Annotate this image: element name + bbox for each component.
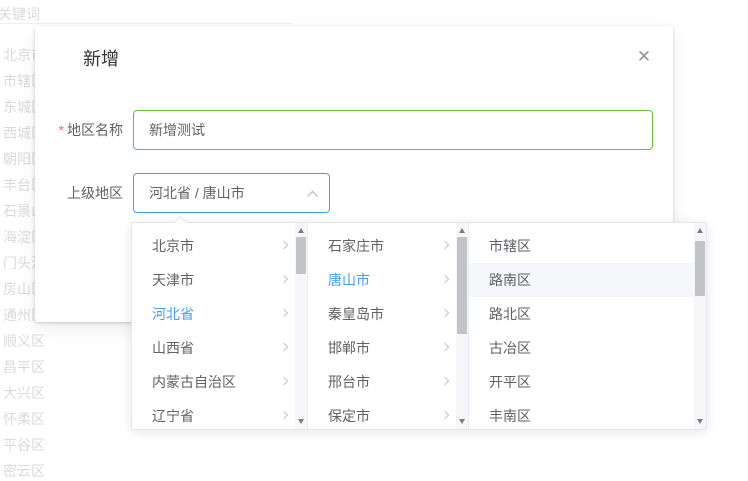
bg-region-row: 大兴区 bbox=[3, 383, 45, 403]
cascader-option[interactable]: 市辖区 bbox=[469, 229, 694, 263]
cascader-option-selected[interactable]: 唐山市 bbox=[308, 263, 468, 297]
bg-region-row: 顺义区 bbox=[3, 331, 45, 351]
dialog-title: 新增 bbox=[83, 46, 119, 72]
cascader-option[interactable]: 石家庄市 bbox=[308, 229, 468, 263]
scrollbar[interactable] bbox=[456, 223, 468, 429]
cascader-dropdown-panel: 北京市 天津市 河北省 山西省 内蒙古自治区 辽宁省 石家庄市 唐山市 秦皇岛市… bbox=[131, 222, 707, 430]
scrollbar[interactable] bbox=[694, 223, 706, 429]
cascader-option[interactable]: 北京市 bbox=[132, 229, 307, 263]
close-icon[interactable]: ✕ bbox=[633, 46, 655, 68]
required-asterisk: * bbox=[59, 122, 64, 138]
chevron-right-icon bbox=[280, 377, 288, 385]
cascader-option[interactable]: 路北区 bbox=[469, 297, 694, 331]
cascader-option[interactable]: 古冶区 bbox=[469, 331, 694, 365]
cascader-column-cities: 石家庄市 唐山市 秦皇岛市 邯郸市 邢台市 保定市 bbox=[308, 223, 469, 429]
chevron-right-icon bbox=[441, 309, 449, 317]
chevron-right-icon bbox=[441, 411, 449, 419]
scrollbar-thumb[interactable] bbox=[296, 237, 306, 274]
chevron-right-icon bbox=[441, 343, 449, 351]
chevron-right-icon bbox=[441, 241, 449, 249]
scroll-up-icon[interactable] bbox=[694, 225, 706, 237]
cascader-value: 河北省 / 唐山市 bbox=[149, 185, 245, 201]
cascader-option[interactable]: 秦皇岛市 bbox=[308, 297, 468, 331]
bg-region-row: 平谷区 bbox=[3, 435, 45, 455]
region-name-label: *地区名称 bbox=[35, 110, 123, 150]
cascader-option[interactable]: 邢台市 bbox=[308, 365, 468, 399]
parent-region-label: 上级地区 bbox=[35, 173, 123, 213]
search-placeholder: 关键词 bbox=[0, 4, 40, 24]
cascader-option[interactable]: 天津市 bbox=[132, 263, 307, 297]
scroll-up-icon[interactable] bbox=[295, 225, 307, 237]
cascader-option[interactable]: 保定市 bbox=[308, 399, 468, 429]
cascader-option[interactable]: 内蒙古自治区 bbox=[132, 365, 307, 399]
scroll-down-icon[interactable] bbox=[295, 415, 307, 427]
scrollbar[interactable] bbox=[295, 223, 307, 429]
bg-region-row: 怀柔区 bbox=[3, 409, 45, 429]
chevron-right-icon bbox=[441, 275, 449, 283]
chevron-right-icon bbox=[280, 411, 288, 419]
bg-region-row: 昌平区 bbox=[3, 357, 45, 377]
scroll-down-icon[interactable] bbox=[694, 415, 706, 427]
cascader-option[interactable]: 丰南区 bbox=[469, 399, 694, 429]
scroll-down-icon[interactable] bbox=[456, 415, 468, 427]
parent-region-cascader-input[interactable]: 河北省 / 唐山市 bbox=[133, 173, 330, 213]
scrollbar-thumb[interactable] bbox=[695, 241, 705, 296]
cascader-column-districts: 市辖区 路南区 路北区 古冶区 开平区 丰南区 bbox=[469, 223, 706, 429]
background-search-input: 关键词 bbox=[0, 0, 292, 24]
chevron-right-icon bbox=[441, 377, 449, 385]
chevron-right-icon bbox=[280, 309, 288, 317]
cascader-column-provinces: 北京市 天津市 河北省 山西省 内蒙古自治区 辽宁省 bbox=[132, 223, 308, 429]
chevron-up-icon bbox=[306, 190, 319, 198]
chevron-right-icon bbox=[280, 343, 288, 351]
cascader-option[interactable]: 辽宁省 bbox=[132, 399, 307, 429]
chevron-right-icon bbox=[280, 275, 288, 283]
cascader-option[interactable]: 开平区 bbox=[469, 365, 694, 399]
scroll-up-icon[interactable] bbox=[456, 225, 468, 237]
chevron-right-icon bbox=[280, 241, 288, 249]
cascader-option[interactable]: 邯郸市 bbox=[308, 331, 468, 365]
cascader-option-hovered[interactable]: 路南区 bbox=[469, 263, 694, 297]
scrollbar-thumb[interactable] bbox=[457, 237, 467, 334]
bg-region-row: 密云区 bbox=[3, 461, 45, 481]
cascader-option[interactable]: 山西省 bbox=[132, 331, 307, 365]
cascader-option-selected[interactable]: 河北省 bbox=[132, 297, 307, 331]
region-name-input[interactable] bbox=[133, 110, 653, 150]
